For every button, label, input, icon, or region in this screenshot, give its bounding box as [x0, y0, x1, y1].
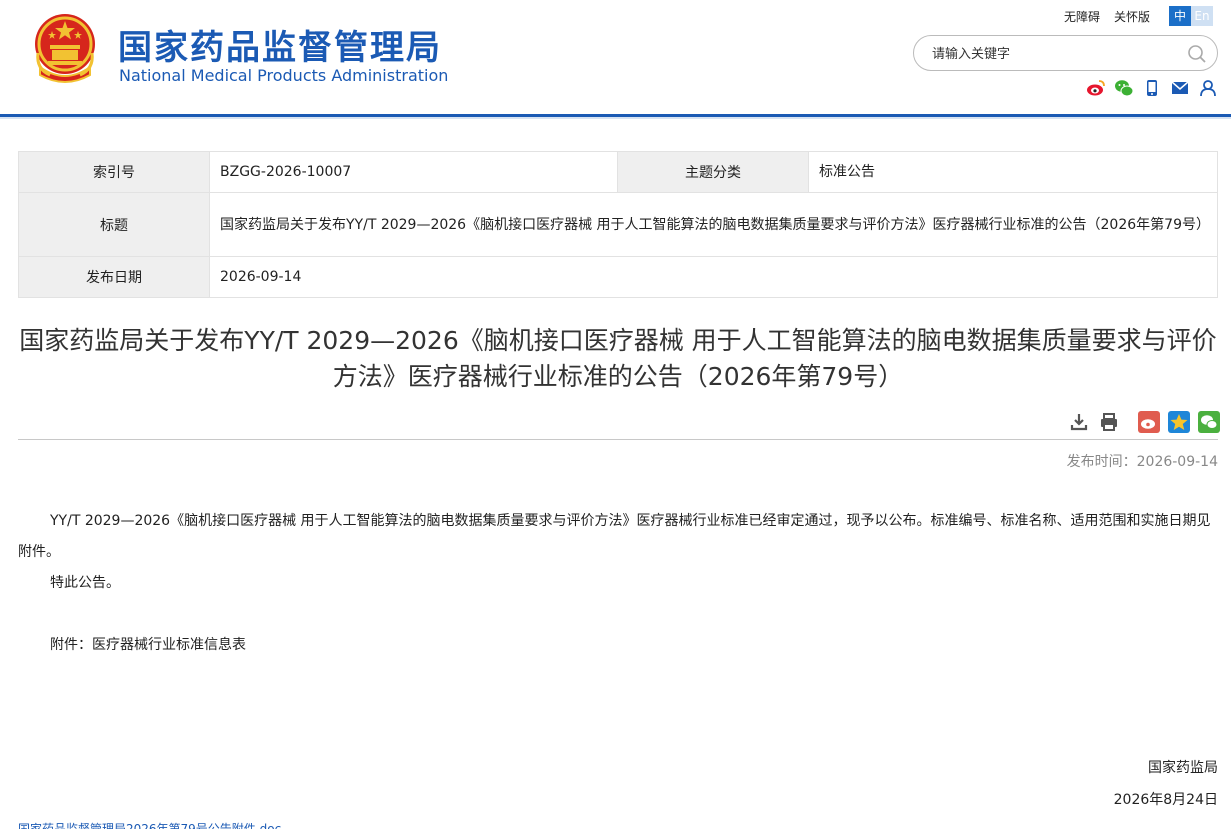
lang-zh-button[interactable]: 中 [1169, 6, 1191, 26]
share-wechat-icon[interactable] [1198, 411, 1220, 433]
search-icon[interactable] [1187, 44, 1207, 64]
mail-icon[interactable] [1170, 78, 1190, 98]
care-mode-link[interactable]: 关怀版 [1114, 10, 1150, 24]
lang-en-button[interactable]: En [1191, 6, 1213, 26]
date-label: 发布日期 [18, 256, 210, 298]
site-header: 国家药品监督管理局 National Medical Products Admi… [0, 0, 1231, 119]
print-icon[interactable] [1098, 411, 1120, 433]
article-tools [1068, 411, 1220, 433]
category-value: 标准公告 [808, 151, 1218, 193]
info-row-date: 发布日期 2026-09-14 [18, 256, 1218, 298]
title-value: 国家药监局关于发布YY/T 2029—2026《脑机接口医疗器械 用于人工智能算… [209, 192, 1218, 257]
attachment-line: 附件：医疗器械行业标准信息表 [50, 637, 246, 653]
language-switch: 中 En [1169, 6, 1213, 26]
info-row-index: 索引号 BZGG-2026-10007 主题分类 标准公告 [18, 151, 1218, 193]
sign-date: 2026年8月24日 [1113, 792, 1218, 808]
index-label: 索引号 [18, 151, 210, 193]
weibo-icon[interactable] [1086, 78, 1106, 98]
mobile-icon[interactable] [1142, 78, 1162, 98]
share-qzone-icon[interactable] [1168, 411, 1190, 433]
attachment-download-link[interactable]: 国家药品监督管理局2026年第79号公告附件.doc [18, 820, 281, 829]
category-label: 主题分类 [617, 151, 809, 193]
publish-time: 发布时间：2026-09-14 [1066, 454, 1218, 470]
search-input[interactable] [932, 44, 1172, 64]
search-box [913, 35, 1218, 71]
info-row-title: 标题 国家药监局关于发布YY/T 2029—2026《脑机接口医疗器械 用于人工… [18, 192, 1218, 257]
share-weibo-icon[interactable] [1138, 411, 1160, 433]
date-value: 2026-09-14 [209, 256, 1218, 298]
article-paragraph: YY/T 2029—2026《脑机接口医疗器械 用于人工智能算法的脑电数据集质量… [18, 513, 1211, 560]
social-links [1086, 78, 1218, 98]
site-title-en[interactable]: National Medical Products Administration [119, 66, 448, 85]
article-closing: 特此公告。 [50, 575, 120, 591]
signer: 国家药监局 [1148, 760, 1218, 776]
download-icon[interactable] [1068, 411, 1090, 433]
site-title-cn[interactable]: 国家药品监督管理局 [118, 20, 442, 69]
top-links: 无障碍 关怀版 [1064, 8, 1164, 25]
header-divider-light [0, 117, 1231, 119]
accessibility-link[interactable]: 无障碍 [1064, 10, 1100, 24]
national-emblem-icon[interactable] [30, 11, 100, 85]
document-info-table: 索引号 BZGG-2026-10007 主题分类 标准公告 标题 国家药监局关于… [18, 151, 1218, 298]
index-value: BZGG-2026-10007 [209, 151, 618, 193]
article-body: YY/T 2029—2026《脑机接口医疗器械 用于人工智能算法的脑电数据集质量… [18, 506, 1218, 661]
title-label: 标题 [18, 192, 210, 257]
article-title: 国家药监局关于发布YY/T 2029—2026《脑机接口医疗器械 用于人工智能算… [19, 326, 1217, 391]
user-icon[interactable] [1198, 78, 1218, 98]
wechat-icon[interactable] [1114, 78, 1134, 98]
article-divider [18, 439, 1218, 440]
